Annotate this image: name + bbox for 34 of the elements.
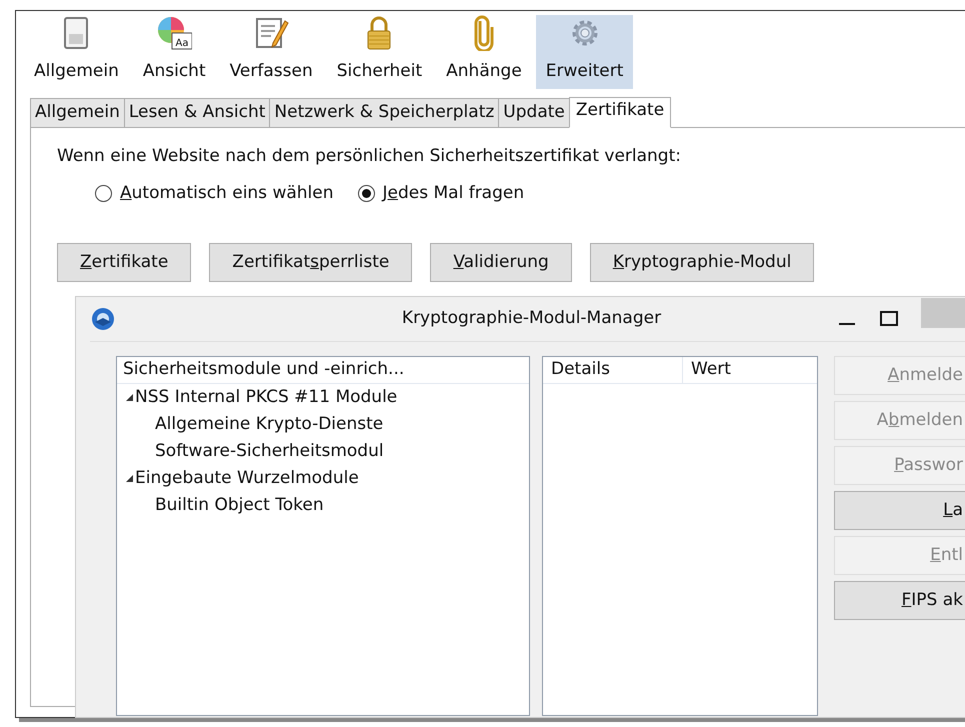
- toolbar-tab[interactable]: Allgemein: [24, 15, 129, 89]
- radio-label[interactable]: Jedes Mal fragen: [382, 181, 524, 206]
- dialog-title: Kryptographie-Modul-Manager: [400, 307, 662, 330]
- button[interactable]: Zertifikatsperrliste: [209, 242, 412, 282]
- toolbar-tab[interactable]: Erweitert: [536, 15, 634, 89]
- toolbar-tab[interactable]: Aa Ansicht: [132, 15, 216, 89]
- button[interactable]: Validierung: [430, 242, 572, 282]
- button[interactable]: Zertifikate: [57, 242, 192, 282]
- pencil-note-icon: [253, 15, 290, 51]
- tree-item[interactable]: Allgemeine Krypto-Dienste: [117, 410, 529, 438]
- tree-item[interactable]: NSS Internal PKCS #11 Module: [135, 384, 398, 410]
- radio-button[interactable]: [95, 185, 112, 202]
- button[interactable]: La: [834, 491, 965, 530]
- column-header[interactable]: Wert: [683, 357, 739, 382]
- tab[interactable]: Allgemein: [30, 98, 125, 128]
- tab[interactable]: Lesen & Ansicht: [124, 98, 270, 128]
- column-header[interactable]: Details: [543, 357, 683, 382]
- column-header[interactable]: Sicherheitsmodule und -einrich...: [117, 357, 529, 384]
- toolbar-tab[interactable]: Anhänge: [436, 15, 532, 89]
- tab[interactable]: Zertifikate: [568, 97, 672, 128]
- tree-item[interactable]: Builtin Object Token: [117, 492, 529, 518]
- app-icon: [90, 306, 116, 332]
- toolbar-tab[interactable]: Sicherheit: [326, 15, 432, 89]
- tree-item[interactable]: Eingebaute Wurzelmodule: [135, 464, 359, 492]
- tree-item[interactable]: Software-Sicherheitsmodul: [117, 438, 529, 464]
- prompt-text: Wenn eine Website nach dem persönlichen Sicherheitszertifikat verlangt:: [57, 144, 682, 168]
- radio-label[interactable]: Automatisch eins wählen: [120, 181, 334, 206]
- maximize-icon[interactable]: [879, 309, 899, 329]
- radio-button[interactable]: [358, 185, 374, 202]
- button[interactable]: FIPS ak: [834, 581, 965, 620]
- tab[interactable]: Netzwerk & Speicherplatz: [269, 98, 500, 128]
- toolbar-tab[interactable]: Verfassen: [220, 15, 323, 89]
- tab[interactable]: Update: [498, 98, 570, 128]
- button[interactable]: Kryptographie-Modul: [590, 242, 814, 282]
